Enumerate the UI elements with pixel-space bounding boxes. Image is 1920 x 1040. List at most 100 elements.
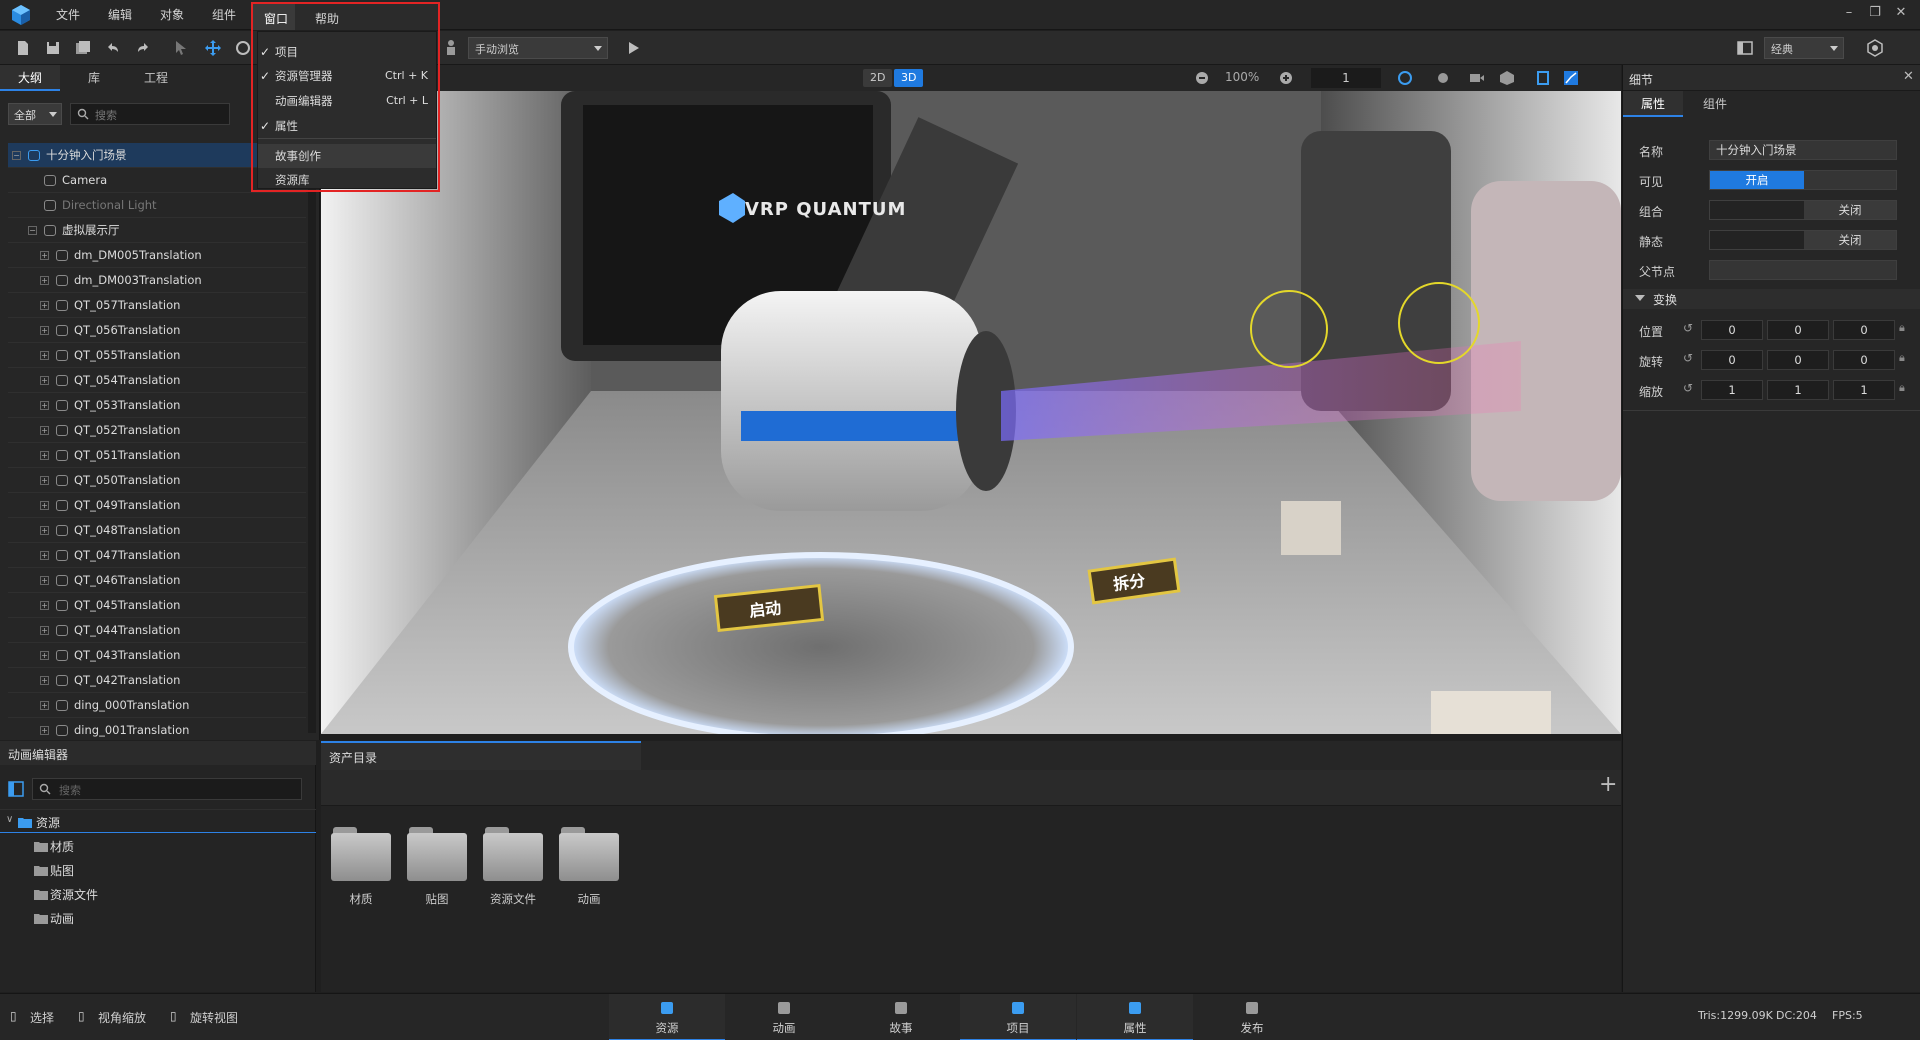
start-3d-button[interactable]: 启动	[748, 594, 782, 621]
tree-row[interactable]: + ding_000Translation	[8, 693, 306, 718]
expand-toggle-icon[interactable]: +	[40, 601, 49, 610]
tree-row[interactable]: + QT_052Translation	[8, 418, 306, 443]
tree-row[interactable]: + QT_056Translation	[8, 318, 306, 343]
tab-components[interactable]: 组件	[1685, 91, 1745, 117]
tree-row[interactable]: + dm_DM003Translation	[8, 268, 306, 293]
asset-tree-item[interactable]: 材质	[0, 835, 316, 857]
expand-toggle-icon[interactable]: +	[40, 476, 49, 485]
reset-scale-icon[interactable]: ↺	[1683, 381, 1693, 395]
play-icon[interactable]	[624, 39, 642, 57]
asset-tree-item[interactable]: 资源文件	[0, 883, 316, 905]
expand-toggle-icon[interactable]: +	[40, 651, 49, 660]
tree-row[interactable]: + QT_050Translation	[8, 468, 306, 493]
tree-row[interactable]: + QT_042Translation	[8, 668, 306, 693]
tree-row[interactable]: + QT_057Translation	[8, 293, 306, 318]
parent-field[interactable]	[1709, 260, 1897, 280]
expand-toggle-icon[interactable]: +	[40, 451, 49, 460]
lock-icon[interactable]: 🔒︎	[1899, 321, 1905, 335]
outline-search-input[interactable]: 搜索	[70, 103, 230, 125]
scale-y[interactable]: 1	[1767, 380, 1829, 400]
tab-properties[interactable]: 属性	[1623, 91, 1683, 117]
expand-toggle-icon[interactable]: +	[40, 376, 49, 385]
reset-position-icon[interactable]: ↺	[1683, 321, 1693, 335]
expand-toggle-icon[interactable]: +	[40, 251, 49, 260]
sun-icon[interactable]	[1435, 70, 1451, 86]
lock-icon[interactable]: 🔒︎	[1899, 351, 1905, 365]
select-cursor-icon[interactable]	[172, 39, 190, 57]
folder-icon[interactable]	[331, 827, 391, 881]
zoom-in-icon[interactable]	[1279, 71, 1293, 85]
position-x[interactable]: 0	[1701, 320, 1763, 340]
position-y[interactable]: 0	[1767, 320, 1829, 340]
expand-toggle-icon[interactable]: +	[40, 726, 49, 735]
redo-icon[interactable]	[134, 39, 152, 57]
position-z[interactable]: 0	[1833, 320, 1895, 340]
bottom-tab-publish[interactable]: 发布	[1194, 994, 1310, 1040]
bottom-tab-story[interactable]: 故事	[843, 994, 959, 1040]
asset-tree-item[interactable]: 动画	[0, 907, 316, 929]
rotation-z[interactable]: 0	[1833, 350, 1895, 370]
stats-icon[interactable]	[1563, 70, 1579, 86]
bottom-tab-project[interactable]: 项目	[960, 994, 1076, 1040]
add-icon[interactable]: +	[1599, 774, 1617, 796]
expand-toggle-icon[interactable]: +	[40, 551, 49, 560]
menu-object[interactable]: 对象	[160, 6, 184, 23]
window-view-icon[interactable]	[1535, 70, 1551, 86]
sync-icon[interactable]	[1397, 70, 1413, 86]
tree-row[interactable]: + ding_001Translation	[8, 718, 306, 743]
split-3d-button[interactable]: 拆分	[1111, 567, 1146, 595]
minimize-icon[interactable]: –	[1842, 6, 1856, 20]
tree-row[interactable]: + QT_055Translation	[8, 343, 306, 368]
visible-toggle[interactable]: 开启	[1709, 170, 1897, 190]
expand-toggle-icon[interactable]: +	[40, 426, 49, 435]
bottom-tab-animation[interactable]: 动画	[726, 994, 842, 1040]
3d-viewport[interactable]: VRP QUANTUM 启动 拆分	[321, 91, 1621, 734]
scale-z[interactable]: 1	[1833, 380, 1895, 400]
asset-tree-item[interactable]: 贴图	[0, 859, 316, 881]
bottom-tab-assets[interactable]: 资源	[609, 994, 725, 1040]
move-tool-icon[interactable]	[204, 39, 222, 57]
window-menu-item[interactable]: 资源库	[258, 168, 436, 192]
mode-2d-button[interactable]: 2D	[863, 69, 893, 87]
scale-x[interactable]: 1	[1701, 380, 1763, 400]
tree-row[interactable]: + QT_054Translation	[8, 368, 306, 393]
bottom-tab-properties[interactable]: 属性	[1077, 994, 1193, 1040]
expand-toggle-icon[interactable]: +	[40, 576, 49, 585]
expand-toggle-icon[interactable]: +	[40, 301, 49, 310]
layout-select[interactable]: 经典	[1764, 37, 1844, 59]
tree-row[interactable]: + QT_043Translation	[8, 643, 306, 668]
tree-row[interactable]: + dm_DM005Translation	[8, 243, 306, 268]
lock-icon[interactable]: 🔒︎	[1899, 381, 1905, 395]
tree-row[interactable]: + QT_047Translation	[8, 543, 306, 568]
tree-row[interactable]: + QT_049Translation	[8, 493, 306, 518]
tree-root-assets[interactable]: ∨ 资源	[0, 811, 316, 833]
menu-file[interactable]: 文件	[56, 6, 80, 23]
zoom-out-icon[interactable]	[1195, 71, 1209, 85]
tree-row[interactable]: + QT_048Translation	[8, 518, 306, 543]
expand-toggle-icon[interactable]: +	[40, 326, 49, 335]
tree-row[interactable]: Directional Light	[8, 193, 306, 218]
tree-row[interactable]: + QT_046Translation	[8, 568, 306, 593]
tree-row[interactable]: + QT_051Translation	[8, 443, 306, 468]
expand-toggle-icon[interactable]: +	[40, 401, 49, 410]
nav-mode-select[interactable]: 手动浏览	[468, 37, 608, 59]
window-menu-item[interactable]: ✓ 资源管理器 Ctrl + K	[258, 64, 436, 88]
save-all-icon[interactable]	[74, 39, 92, 57]
close-icon[interactable]: ✕	[1894, 6, 1908, 20]
tree-row[interactable]: + QT_044Translation	[8, 618, 306, 643]
group-toggle[interactable]: 关闭	[1709, 200, 1897, 220]
undo-icon[interactable]	[104, 39, 122, 57]
expand-toggle-icon[interactable]: −	[28, 226, 37, 235]
tab-outline[interactable]: 大纲	[0, 65, 60, 91]
tab-library[interactable]: 库	[64, 65, 124, 91]
tab-project[interactable]: 工程	[126, 65, 186, 91]
tab-asset-directory[interactable]: 资产目录	[321, 741, 641, 770]
close-icon[interactable]: ✕	[1903, 69, 1914, 84]
mode-3d-button[interactable]: 3D	[894, 69, 924, 87]
restore-icon[interactable]: ❐	[1868, 6, 1882, 20]
expand-toggle-icon[interactable]: +	[40, 276, 49, 285]
expand-toggle-icon[interactable]: +	[40, 526, 49, 535]
folder-icon[interactable]	[483, 827, 543, 881]
expand-toggle-icon[interactable]: +	[40, 701, 49, 710]
camera-icon[interactable]	[1469, 70, 1485, 86]
